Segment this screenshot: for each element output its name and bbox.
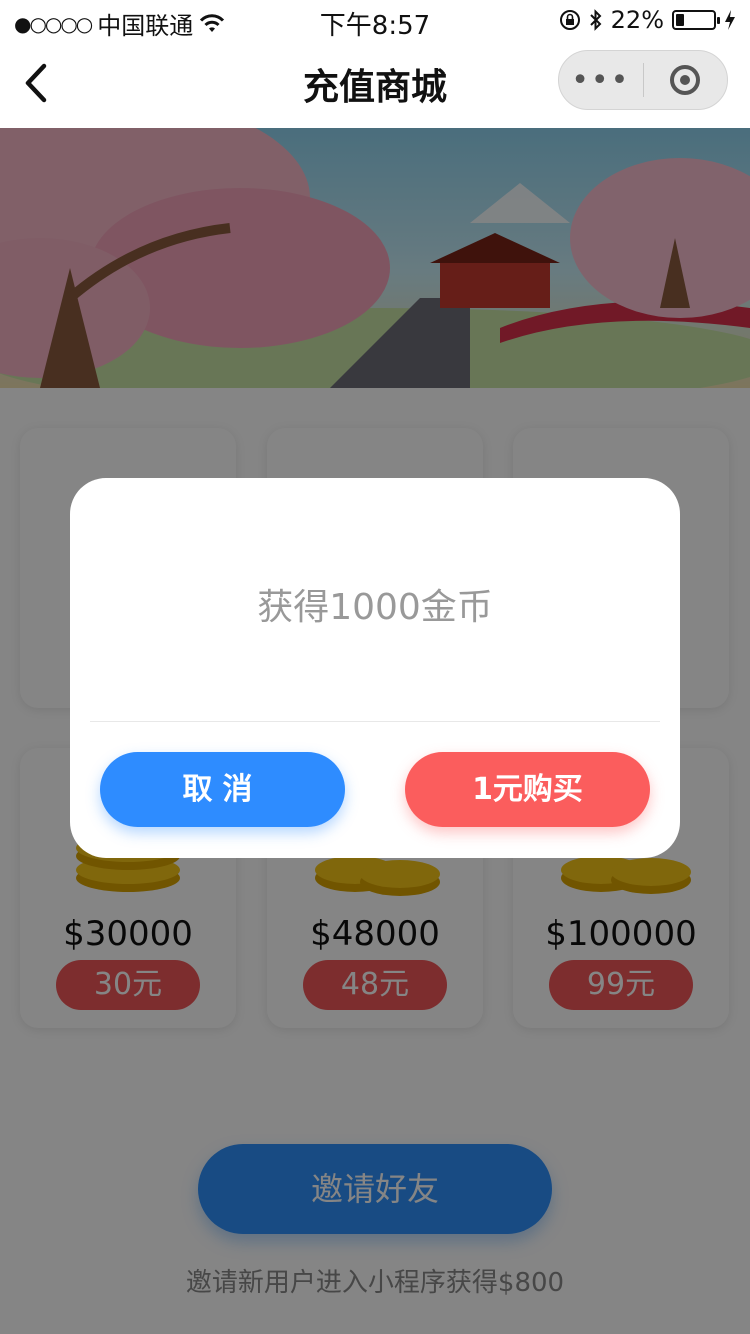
cancel-button[interactable]: 取消 <box>100 752 345 827</box>
dialog-message: 获得1000金币 <box>257 587 493 628</box>
charging-icon <box>725 10 735 30</box>
orientation-lock-icon <box>559 10 580 30</box>
bluetooth-icon <box>589 9 602 31</box>
miniprogram-capsule: ••• <box>558 50 728 110</box>
battery-percent: 22% <box>610 6 664 34</box>
close-miniprogram-button[interactable] <box>644 65 728 95</box>
status-bar: ●○○○○ 中国联通 下午8:57 22% <box>0 0 750 41</box>
purchase-confirm-dialog: 获得1000金币 取消 1元购买 <box>70 478 680 858</box>
more-options-icon[interactable]: ••• <box>559 63 643 98</box>
buy-button[interactable]: 1元购买 <box>405 752 650 827</box>
dialog-divider <box>90 721 660 722</box>
nav-bar: 充值商城 ••• <box>0 40 750 128</box>
close-target-icon <box>670 65 701 95</box>
status-right: 22% <box>559 6 736 34</box>
battery-level-fill <box>676 14 684 26</box>
battery-icon <box>672 10 720 30</box>
